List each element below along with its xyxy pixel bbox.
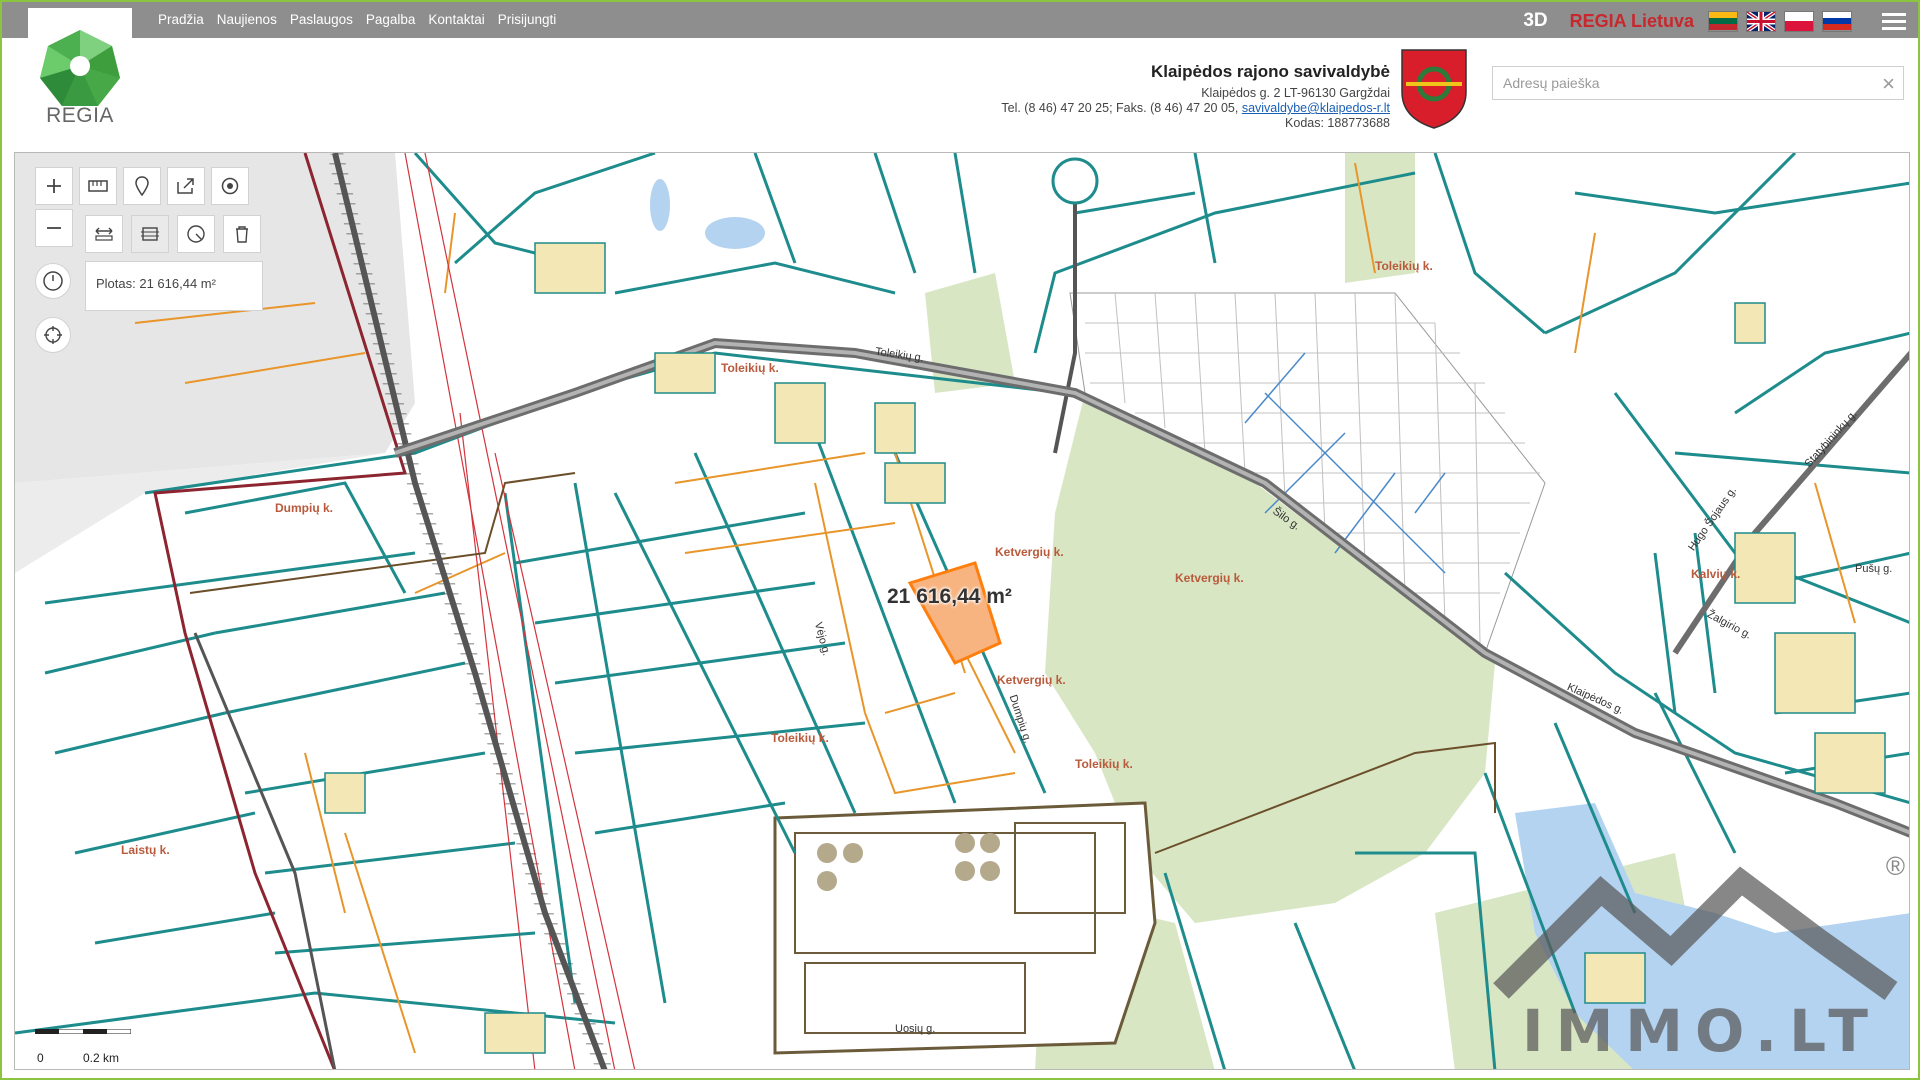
hamburger-menu-icon[interactable] — [1882, 9, 1906, 34]
3d-button[interactable]: 3D — [1523, 10, 1547, 32]
zoom-out-button[interactable] — [35, 209, 73, 247]
street-label: Pušų g. — [1855, 563, 1893, 575]
nav-item-kontaktai[interactable]: Kontaktai — [428, 12, 484, 27]
place-label: Toleikių k. — [1075, 757, 1133, 771]
nav-item-prisijungti[interactable]: Prisijungti — [498, 12, 557, 27]
selected-parcel-area-label: 21 616,44 m² — [887, 585, 1012, 608]
nav-item-naujienos[interactable]: Naujienos — [217, 12, 277, 27]
clear-measurements-button[interactable] — [223, 215, 261, 253]
flag-lt-icon[interactable] — [1708, 10, 1738, 32]
plus-icon — [47, 179, 61, 193]
place-label: Ketvergių k. — [1175, 571, 1244, 585]
radius-icon — [187, 225, 205, 243]
share-button[interactable] — [167, 167, 205, 205]
area-result-panel: Plotas: 21 616,44 m² — [85, 261, 263, 311]
place-label: Toleikių k. — [721, 361, 779, 375]
history-button[interactable] — [35, 263, 71, 299]
measure-radius-button[interactable] — [177, 215, 215, 253]
org-email-link[interactable]: savivaldybe@klaipedos-r.lt — [1242, 101, 1390, 115]
address-search-input[interactable] — [1501, 67, 1875, 99]
place-label: Toleikių k. — [771, 731, 829, 745]
scale-zero: 0 — [37, 1051, 44, 1065]
brand-link[interactable]: REGIA Lietuva — [1570, 11, 1694, 32]
crosshair-icon — [44, 326, 62, 344]
place-label: Ketvergių k. — [997, 673, 1066, 687]
flag-en-icon[interactable] — [1746, 10, 1776, 32]
registered-mark: ® — [1885, 851, 1905, 881]
measure-distance-button[interactable] — [85, 215, 123, 253]
address-search: × — [1492, 66, 1904, 100]
place-label: Ketvergių k. — [995, 545, 1064, 559]
location-target-button[interactable] — [211, 167, 249, 205]
house-roof-icon — [1493, 866, 1898, 1000]
watermark-text: IMMO.LT — [1522, 997, 1880, 1065]
org-name: Klaipėdos rajono savivaldybė — [1150, 62, 1390, 81]
org-phones: Tel. (8 46) 47 20 25; Faks. (8 46) 47 20… — [1001, 101, 1239, 115]
nav-item-pradzia[interactable]: Pradžia — [158, 12, 204, 27]
measure-ruler-button[interactable] — [79, 167, 117, 205]
logo-text: REGIA — [46, 104, 114, 127]
ruler-icon — [88, 180, 108, 192]
org-code: Kodas: 188773688 — [1285, 116, 1390, 130]
place-label: Kalvių k. — [1691, 567, 1741, 581]
org-contacts: Tel. (8 46) 47 20 25; Faks. (8 46) 47 20… — [870, 101, 1390, 115]
nav-item-pagalba[interactable]: Pagalba — [366, 12, 416, 27]
flag-ru-icon[interactable] — [1822, 10, 1852, 32]
area-icon — [141, 227, 159, 241]
organization-info: Klaipėdos rajono savivaldybė Klaipėdos g… — [870, 62, 1390, 130]
clock-icon — [43, 271, 63, 291]
share-icon — [177, 178, 194, 194]
flag-pl-icon[interactable] — [1784, 10, 1814, 32]
my-location-button[interactable] — [35, 317, 71, 353]
top-right-controls: 3D REGIA Lietuva — [1523, 6, 1906, 36]
place-label: Toleikių k. — [1375, 259, 1433, 273]
target-icon — [221, 177, 239, 195]
clear-search-icon[interactable]: × — [1882, 71, 1895, 97]
trash-icon — [236, 226, 248, 243]
minus-icon — [47, 227, 61, 229]
zoom-in-button[interactable] — [35, 167, 73, 205]
distance-icon — [95, 227, 113, 241]
org-address: Klaipėdos g. 2 LT-96130 Gargždai — [1201, 86, 1390, 100]
scale-distance: 0.2 km — [83, 1051, 120, 1065]
place-label: Dumpių k. — [275, 501, 334, 515]
map-viewport[interactable]: Plotas: 21 616,44 m² Dumpių k. Toleikių … — [14, 152, 1910, 1070]
top-nav-bar: Pradžia Naujienos Paslaugos Pagalba Kont… — [2, 2, 1918, 38]
map-pin-icon — [135, 176, 149, 196]
place-label: Laistų k. — [121, 843, 170, 857]
scale-bar-graphic — [35, 1029, 131, 1034]
regia-logo[interactable]: REGIA — [28, 8, 132, 132]
coat-of-arms-icon — [1401, 49, 1467, 129]
place-marker-button[interactable] — [123, 167, 161, 205]
street-label: Uosių g. — [895, 1023, 936, 1035]
main-nav: Pradžia Naujienos Paslaugos Pagalba Kont… — [158, 12, 569, 27]
measure-area-button[interactable] — [131, 215, 169, 253]
nav-item-paslaugos[interactable]: Paslaugos — [290, 12, 353, 27]
immo-watermark: ® IMMO.LT — [1491, 851, 1909, 1069]
